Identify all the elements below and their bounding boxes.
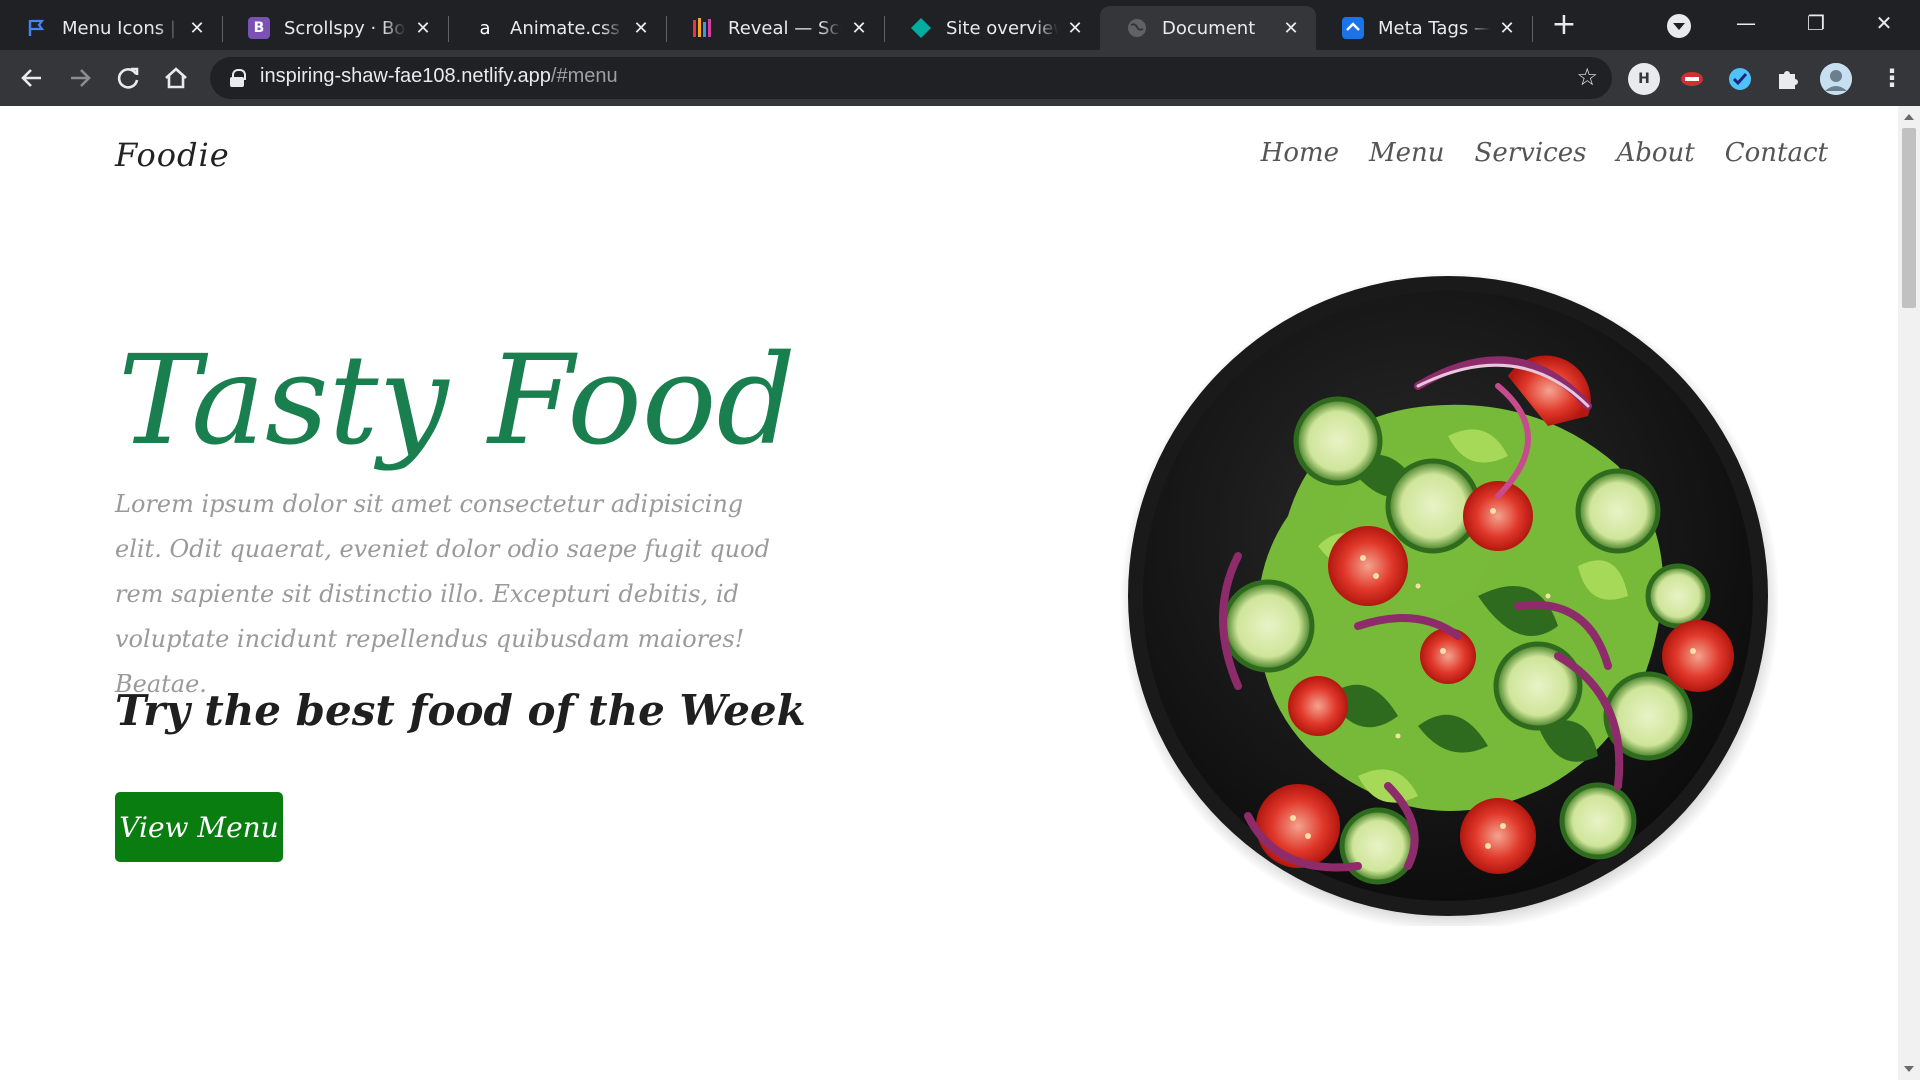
tab-title: Scrollspy · Bootstrap [284, 17, 406, 39]
metatags-icon [1342, 17, 1364, 39]
close-tab-icon[interactable]: ✕ [630, 17, 652, 39]
nav-link-about[interactable]: About [1616, 138, 1694, 168]
site-nav: Home Menu Services About Contact [1261, 138, 1828, 168]
web-page: Foodie Home Menu Services About Contact … [0, 106, 1898, 1080]
tab-netlify[interactable]: Site overview | Netlify ✕ [884, 6, 1100, 50]
tab-search-icon[interactable] [1667, 14, 1691, 38]
tab-scrollspy[interactable]: B Scrollspy · Bootstrap ✕ [222, 6, 449, 50]
forward-button[interactable] [62, 60, 98, 96]
hero-title: Tasty Food [118, 329, 796, 473]
extension-h-icon[interactable]: H [1628, 63, 1660, 95]
reload-button[interactable] [110, 60, 146, 96]
scroll-up-arrow-icon[interactable] [1904, 114, 1914, 120]
nav-link-menu[interactable]: Menu [1369, 138, 1445, 168]
flag-icon [26, 17, 48, 39]
home-button[interactable] [158, 60, 194, 96]
nav-link-home[interactable]: Home [1261, 138, 1339, 168]
browser-window: Menu Icons | Font Awesome ✕ B Scrollspy … [0, 0, 1920, 1080]
scroll-down-arrow-icon[interactable] [1904, 1066, 1914, 1072]
minimize-button[interactable]: — [1726, 8, 1766, 38]
close-tab-icon[interactable]: ✕ [1496, 17, 1518, 39]
browser-toolbar: inspiring-shaw-fae108.netlify.app/#menu … [0, 50, 1920, 106]
globe-icon [1126, 17, 1148, 39]
close-tab-icon[interactable]: ✕ [1280, 17, 1302, 39]
extension-check-icon[interactable] [1724, 63, 1756, 95]
close-tab-icon[interactable]: ✕ [1064, 17, 1086, 39]
tab-title: Reveal — ScrollReveal [728, 17, 842, 39]
netlify-icon [910, 17, 932, 39]
new-tab-button[interactable]: + [1548, 10, 1580, 42]
close-window-button[interactable]: ✕ [1864, 8, 1904, 38]
tab-document[interactable]: Document ✕ [1100, 6, 1316, 50]
close-tab-icon[interactable]: ✕ [848, 17, 870, 39]
lock-icon[interactable] [230, 69, 246, 87]
nav-link-services[interactable]: Services [1475, 138, 1587, 168]
tab-title: Meta Tags — Preview [1378, 17, 1490, 39]
view-menu-button[interactable]: View Menu [115, 792, 283, 862]
tab-strip: Menu Icons | Font Awesome ✕ B Scrollspy … [0, 0, 1920, 50]
browser-menu-icon[interactable]: ⋮ [1880, 64, 1904, 92]
tab-title: Animate.css | A cross-browser library [510, 17, 624, 39]
tab-meta-tags[interactable]: Meta Tags — Preview ✕ [1316, 6, 1533, 50]
close-tab-icon[interactable]: ✕ [412, 17, 434, 39]
nav-link-contact[interactable]: Contact [1725, 138, 1828, 168]
restore-button[interactable]: ❐ [1796, 8, 1836, 38]
extensions-puzzle-icon[interactable] [1772, 63, 1804, 95]
back-button[interactable] [14, 60, 50, 96]
tab-reveal[interactable]: Reveal — ScrollReveal ✕ [666, 6, 885, 50]
tab-menu-icons[interactable]: Menu Icons | Font Awesome ✕ [0, 6, 223, 50]
tab-title: Menu Icons | Font Awesome [62, 17, 180, 39]
site-logo[interactable]: Foodie [115, 136, 230, 174]
url-text[interactable]: inspiring-shaw-fae108.netlify.app/#menu [260, 65, 618, 88]
hero-paragraph: Lorem ipsum dolor sit amet consectetur a… [115, 490, 770, 698]
page-scrollbar[interactable] [1898, 106, 1920, 1080]
tab-animate-css[interactable]: a Animate.css | A cross-browser library … [448, 6, 667, 50]
address-bar[interactable]: inspiring-shaw-fae108.netlify.app/#menu … [210, 57, 1612, 99]
tab-title: Document [1162, 17, 1256, 39]
scrollbar-thumb[interactable] [1902, 128, 1916, 308]
close-tab-icon[interactable]: ✕ [186, 17, 208, 39]
extension-red-icon[interactable] [1676, 63, 1708, 95]
bootstrap-icon: B [248, 17, 270, 39]
hero-subtitle: Try the best food of the Week [115, 686, 806, 735]
avatar[interactable] [1820, 63, 1852, 95]
reveal-icon [692, 17, 714, 39]
salad-bowl-image [1118, 266, 1780, 932]
tab-title: Site overview | Netlify [946, 17, 1058, 39]
animate-icon: a [479, 17, 491, 39]
bookmark-star-icon[interactable]: ☆ [1576, 63, 1598, 91]
